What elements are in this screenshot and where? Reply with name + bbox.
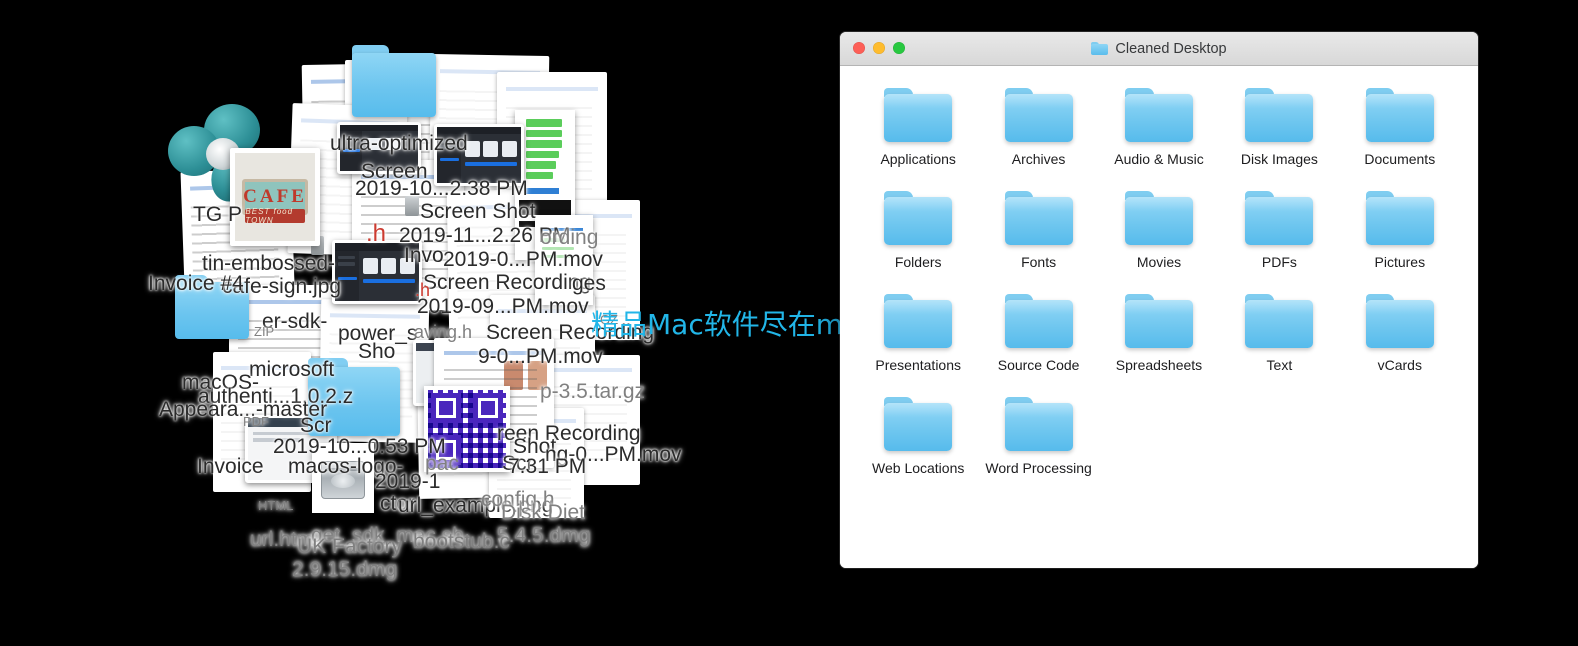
file-label: 5.4.5.dmg	[497, 524, 591, 547]
folder-item-folders[interactable]: Folders	[858, 191, 978, 270]
folder-item-pdfs[interactable]: PDFs	[1219, 191, 1339, 270]
folder-label: Text	[1266, 357, 1293, 373]
file-label: 2019-0...PM.mov	[443, 248, 603, 271]
file-label: Screen Recording	[423, 271, 592, 294]
folder-icon	[884, 88, 953, 142]
folder-icon	[1365, 191, 1434, 245]
file-label: 2019-09...PM.mov	[417, 295, 589, 318]
folder-label: Applications	[880, 151, 956, 167]
folder-icon	[1004, 88, 1073, 142]
file-label: .h	[366, 220, 387, 247]
zoom-button[interactable]	[893, 42, 905, 54]
folder-icon	[1004, 397, 1073, 451]
folder-icon	[884, 397, 953, 451]
file-label: aving.h	[414, 322, 473, 342]
window-titlebar[interactable]: Cleaned Desktop	[840, 32, 1478, 66]
file-label: TG P	[193, 203, 243, 226]
folder-item-web-locations[interactable]: Web Locations	[858, 397, 978, 476]
folder-icon	[1091, 42, 1109, 55]
finder-content-area[interactable]: Applications Archives Audio & Music Disk Im…	[840, 66, 1478, 568]
file-label: Invo	[404, 244, 444, 267]
file-label: .h	[415, 280, 431, 300]
image-thumbnail-cafe-sign: CAFE BEST food TOWN	[230, 148, 320, 246]
traffic-lights	[853, 42, 905, 54]
folder-item-presentations[interactable]: Presentations	[858, 294, 978, 373]
folder-label: Folders	[894, 254, 942, 270]
folder-label: Audio & Music	[1114, 151, 1204, 167]
folder-item-source-code[interactable]: Source Code	[978, 294, 1098, 373]
cafe-strip-text: BEST food TOWN	[245, 207, 305, 225]
folder-icon	[1004, 191, 1073, 245]
file-label: HTML	[258, 498, 294, 513]
folder-icon	[1004, 294, 1073, 348]
file-label: 2019-1	[375, 470, 441, 493]
folder-item-text[interactable]: Text	[1219, 294, 1339, 373]
window-title-wrap: Cleaned Desktop	[840, 41, 1478, 57]
file-label: Disk Diet	[501, 501, 586, 524]
file-label: microsoft	[249, 358, 335, 381]
folder-icon-grid: Applications Archives Audio & Music Disk Im…	[858, 88, 1460, 476]
folder-item-spreadsheets[interactable]: Spreadsheets	[1099, 294, 1219, 373]
folder-item-applications[interactable]: Applications	[858, 88, 978, 167]
folder-icon	[1124, 294, 1193, 348]
folder-icon	[884, 191, 953, 245]
file-label: 7.31 PM	[508, 455, 587, 478]
file-label: 2019-10...2.38 PM	[355, 177, 528, 200]
file-label: Invoice #4	[148, 272, 244, 295]
file-label: ZIP	[254, 324, 275, 339]
minimize-button[interactable]	[873, 42, 885, 54]
file-label: ultra-optimized	[330, 132, 468, 155]
file-label: 9-0...PM.mov	[478, 345, 603, 368]
folder-item-vcards[interactable]: vCards	[1340, 294, 1460, 373]
folder-icon	[1124, 88, 1193, 142]
file-label: bootstub.c	[413, 530, 510, 553]
close-button[interactable]	[853, 42, 865, 54]
folder-label: Presentations	[875, 357, 961, 373]
finder-window[interactable]: Cleaned Desktop Applications Archives Audi…	[840, 32, 1478, 568]
folder-icon	[1124, 191, 1193, 245]
folder-icon	[1365, 88, 1434, 142]
file-label: PDF	[243, 414, 269, 429]
folder-icon	[1245, 191, 1314, 245]
file-label: ording	[540, 226, 599, 249]
folder-label: PDFs	[1261, 254, 1297, 270]
file-label: UK Factory	[297, 535, 403, 558]
folder-label: Source Code	[997, 357, 1080, 373]
folder-label: Web Locations	[872, 460, 965, 476]
file-label: Invoice	[197, 455, 264, 478]
folder-item-movies[interactable]: Movies	[1099, 191, 1219, 270]
folder-icon	[1245, 294, 1314, 348]
folder-item-documents[interactable]: Documents	[1340, 88, 1460, 167]
folder-item-audio-music[interactable]: Audio & Music	[1099, 88, 1219, 167]
folder-item-word-processing[interactable]: Word Processing	[978, 397, 1098, 476]
folder-label: Archives	[1011, 151, 1066, 167]
file-label: Screen Shot	[420, 200, 536, 223]
folder-icon	[352, 45, 436, 117]
file-label: ges	[572, 272, 606, 295]
folder-icon	[1365, 294, 1434, 348]
folder-label: vCards	[1377, 357, 1422, 373]
folder-label: Pictures	[1374, 254, 1426, 270]
window-title: Cleaned Desktop	[1115, 40, 1227, 57]
folder-label: Disk Images	[1240, 151, 1318, 167]
folder-label: Fonts	[1021, 254, 1057, 270]
file-label: 2.9.15.dmg	[292, 558, 398, 581]
file-label: Sho	[358, 340, 396, 363]
folder-label: Spreadsheets	[1115, 357, 1203, 373]
folder-icon	[1245, 88, 1314, 142]
folder-icon	[884, 294, 953, 348]
folder-label: Movies	[1136, 254, 1182, 270]
file-label: p-3.5.tar.gz	[540, 380, 646, 403]
folder-item-disk-images[interactable]: Disk Images	[1219, 88, 1339, 167]
folder-item-archives[interactable]: Archives	[978, 88, 1098, 167]
folder-item-pictures[interactable]: Pictures	[1340, 191, 1460, 270]
folder-item-fonts[interactable]: Fonts	[978, 191, 1098, 270]
folder-label: Documents	[1364, 151, 1436, 167]
folder-label: Word Processing	[985, 460, 1092, 476]
